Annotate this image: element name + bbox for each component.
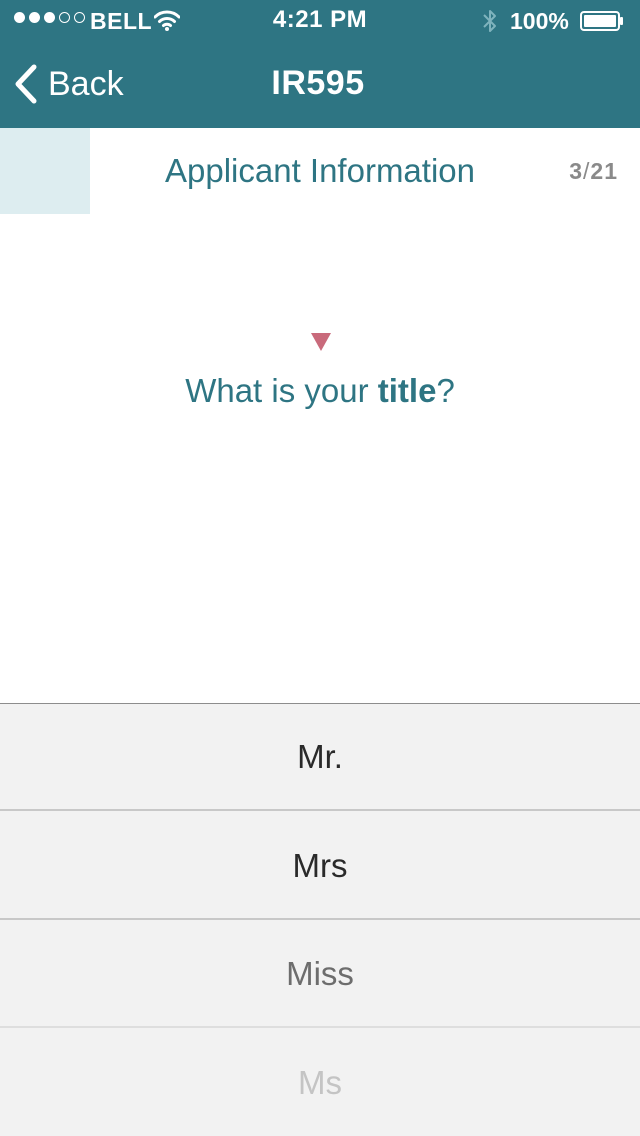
picker-option-mr[interactable]: Mr. [0,704,640,811]
section-title: Applicant Information [164,152,475,189]
question-emphasis: title [377,372,437,409]
battery-icon [580,11,623,31]
triangle-down-icon [311,333,331,351]
picker-option-ms[interactable]: Ms [0,1029,640,1136]
question-prefix: What is your [185,372,378,409]
status-bar: BELL 4:21 PM 100% [0,0,640,40]
nav-bar: Back IR595 [0,40,640,128]
step-total: 21 [590,158,618,184]
title-picker[interactable]: Mr. Mrs Miss Ms [0,703,640,1136]
bluetooth-icon [483,10,496,32]
step-current: 3 [569,158,584,184]
screen: BELL 4:21 PM 100% Back IR595 Applicant I… [0,0,640,1136]
step-counter: 3/21 [569,158,618,185]
picker-option-miss[interactable]: Miss [0,921,640,1028]
battery-percentage: 100% [510,8,569,34]
question-suffix: ? [436,372,455,409]
picker-option-mrs[interactable]: Mrs [0,813,640,920]
section-header: Applicant Information 3/21 [0,128,640,214]
page-title: IR595 [271,64,365,102]
header: BELL 4:21 PM 100% Back IR595 [0,0,640,128]
question-text: What is your title? [0,372,640,410]
